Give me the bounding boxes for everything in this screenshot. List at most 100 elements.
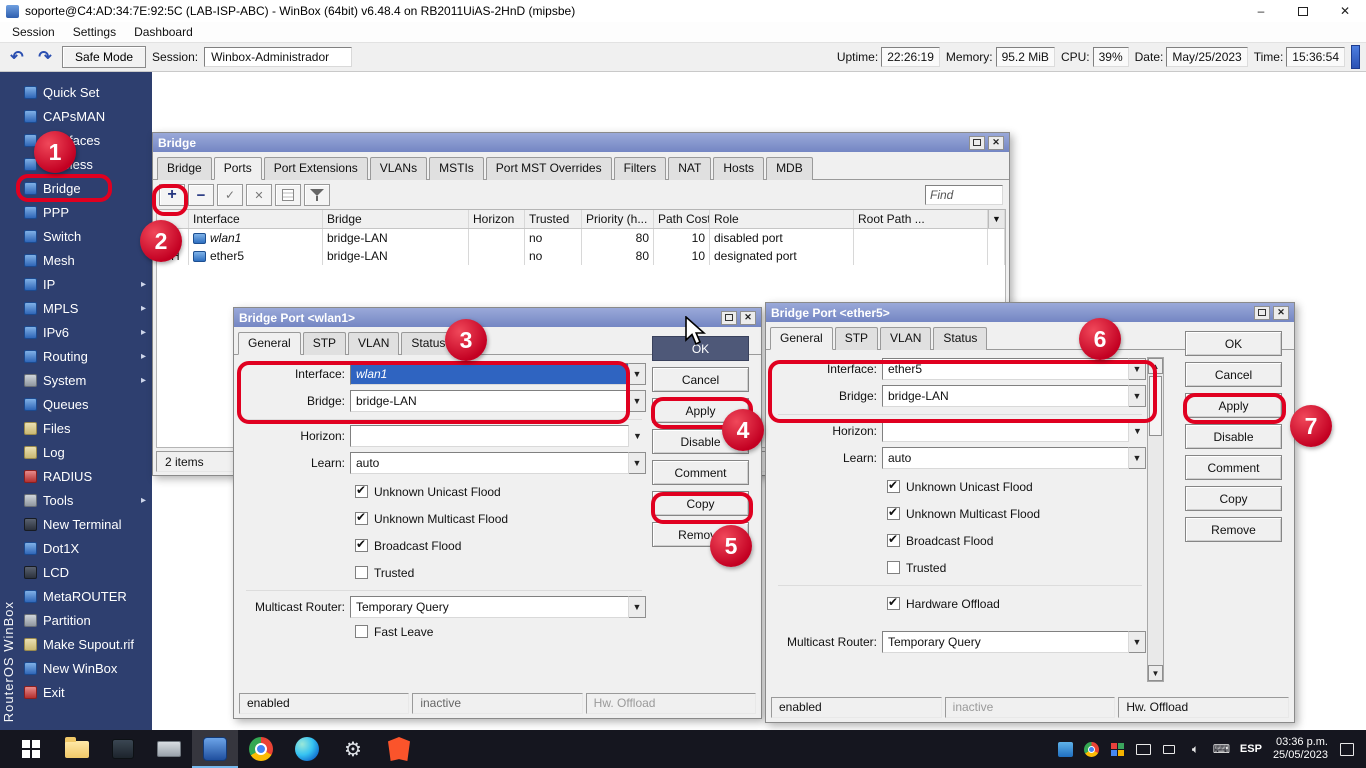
column-path-cost[interactable]: Path Cost (654, 210, 710, 228)
learn-field[interactable]: auto (882, 447, 1129, 469)
chevron-down-icon[interactable]: ▼ (629, 363, 646, 385)
undo-icon[interactable]: ↶ (6, 47, 28, 67)
sidebar-item-make-supout-rif[interactable]: Make Supout.rif (18, 632, 152, 656)
sidebar-item-partition[interactable]: Partition (18, 608, 152, 632)
find-input[interactable] (925, 185, 1003, 205)
sidebar-item-routing[interactable]: Routing▸ (18, 344, 152, 368)
column-trusted[interactable]: Trusted (525, 210, 582, 228)
unknown-unicast-flood-checkbox[interactable] (355, 485, 368, 498)
volume-muted-icon[interactable]: 🔈︎ (1188, 742, 1203, 757)
edge-icon[interactable] (284, 730, 330, 768)
display-tray-icon[interactable] (1136, 742, 1151, 757)
tab-port-mst-overrides[interactable]: Port MST Overrides (486, 157, 612, 180)
multicast-router-field[interactable]: Temporary Query (882, 631, 1129, 653)
column-role[interactable]: Role (710, 210, 854, 228)
chrome-tray-icon[interactable] (1084, 742, 1099, 757)
menu-dashboard[interactable]: Dashboard (126, 23, 201, 41)
tab-status[interactable]: Status (933, 327, 987, 350)
close-icon[interactable]: ✕ (1338, 4, 1352, 18)
remove-button[interactable]: − (188, 184, 214, 206)
unknown-unicast-flood-checkbox[interactable] (887, 480, 900, 493)
copy-button[interactable]: Copy (1185, 486, 1282, 511)
sidebar-item-new-terminal[interactable]: New Terminal (18, 512, 152, 536)
sidebar-item-mpls[interactable]: MPLS▸ (18, 296, 152, 320)
brave-icon[interactable] (376, 730, 422, 768)
photos-app-icon[interactable] (100, 730, 146, 768)
comment-button[interactable] (275, 184, 301, 206)
sidebar-item-ip[interactable]: IP▸ (18, 272, 152, 296)
sidebar-item-log[interactable]: Log (18, 440, 152, 464)
disable-button[interactable]: ✕ (246, 184, 272, 206)
tab-mstis[interactable]: MSTIs (429, 157, 484, 180)
printer-app-icon[interactable] (146, 730, 192, 768)
table-row[interactable]: 1 H ether5 bridge-LAN no 80 10 designate… (157, 247, 1005, 265)
tab-nat[interactable]: NAT (668, 157, 711, 180)
sidebar-item-capsman[interactable]: CAPsMAN (18, 104, 152, 128)
table-row[interactable]: I wlan1 bridge-LAN no 80 10 disabled por… (157, 229, 1005, 247)
sidebar-item-tools[interactable]: Tools▸ (18, 488, 152, 512)
chevron-down-icon[interactable]: ▼ (629, 452, 646, 474)
scroll-down-icon[interactable]: ▼ (1148, 665, 1163, 681)
tab-ports[interactable]: Ports (214, 157, 262, 180)
chevron-down-icon[interactable]: ▼ (629, 596, 646, 618)
chevron-down-icon[interactable]: ▼ (1129, 420, 1146, 442)
unknown-multicast-flood-checkbox[interactable] (355, 512, 368, 525)
file-explorer-icon[interactable] (54, 730, 100, 768)
sidebar-item-lcd[interactable]: LCD (18, 560, 152, 584)
dialog-titlebar[interactable]: Bridge Port <wlan1> ✕ (234, 308, 761, 327)
network-tray-icon[interactable] (1162, 742, 1177, 757)
tab-general[interactable]: General (770, 327, 833, 350)
comment-button[interactable]: Comment (652, 460, 749, 485)
sort-button[interactable]: ▼ (988, 210, 1005, 228)
horizon-field[interactable] (882, 420, 1129, 442)
tab-stp[interactable]: STP (303, 332, 346, 355)
sidebar-item-files[interactable]: Files (18, 416, 152, 440)
redo-icon[interactable]: ↷ (34, 47, 56, 67)
dialog-titlebar[interactable]: Bridge Port <ether5> ✕ (766, 303, 1294, 322)
tab-bridge[interactable]: Bridge (157, 157, 212, 180)
sidebar-item-queues[interactable]: Queues (18, 392, 152, 416)
sidebar-item-metarouter[interactable]: MetaROUTER (18, 584, 152, 608)
chevron-down-icon[interactable]: ▼ (1129, 631, 1146, 653)
tab-hosts[interactable]: Hosts (713, 157, 764, 180)
sidebar-item-switch[interactable]: Switch (18, 224, 152, 248)
unknown-multicast-flood-checkbox[interactable] (887, 507, 900, 520)
restore-icon[interactable] (721, 311, 737, 325)
restore-icon[interactable] (1254, 306, 1270, 320)
column-horizon[interactable]: Horizon (469, 210, 525, 228)
sidebar-item-system[interactable]: System▸ (18, 368, 152, 392)
chevron-down-icon[interactable]: ▼ (1129, 447, 1146, 469)
menu-settings[interactable]: Settings (65, 23, 124, 41)
enable-button[interactable]: ✓ (217, 184, 243, 206)
safe-mode-button[interactable]: Safe Mode (62, 46, 146, 68)
multicast-router-field[interactable]: Temporary Query (350, 596, 629, 618)
tab-vlan[interactable]: VLAN (348, 332, 399, 355)
sidebar-item-ppp[interactable]: PPP (18, 200, 152, 224)
maximize-icon[interactable] (1296, 4, 1310, 18)
close-icon[interactable]: ✕ (1273, 306, 1289, 320)
taskbar-clock[interactable]: 03:36 p.m. 25/05/2023 (1273, 736, 1328, 762)
column-bridge[interactable]: Bridge (323, 210, 469, 228)
tab-stp[interactable]: STP (835, 327, 878, 350)
chrome-icon[interactable] (238, 730, 284, 768)
disable-button[interactable]: Disable (1185, 424, 1282, 449)
column-interface[interactable]: Interface (189, 210, 323, 228)
minimize-icon[interactable]: – (1254, 4, 1268, 18)
sidebar-item-mesh[interactable]: Mesh (18, 248, 152, 272)
sidebar-item-exit[interactable]: Exit (18, 680, 152, 704)
keyboard-icon[interactable]: ⌨ (1214, 742, 1229, 757)
horizon-field[interactable] (350, 425, 629, 447)
bridge-window-titlebar[interactable]: Bridge ✕ (153, 133, 1009, 152)
sidebar-item-quick-set[interactable]: Quick Set (18, 80, 152, 104)
broadcast-flood-checkbox[interactable] (355, 539, 368, 552)
fast-leave-checkbox[interactable] (355, 625, 368, 638)
broadcast-flood-checkbox[interactable] (887, 534, 900, 547)
tab-mdb[interactable]: MDB (766, 157, 813, 180)
settings-gear-icon[interactable]: ⚙ (330, 730, 376, 768)
sidebar-item-ipv6[interactable]: IPv6▸ (18, 320, 152, 344)
tab-general[interactable]: General (238, 332, 301, 355)
cancel-button[interactable]: Cancel (1185, 362, 1282, 387)
session-value[interactable]: Winbox-Administrador (204, 47, 352, 67)
tab-port-extensions[interactable]: Port Extensions (264, 157, 368, 180)
cancel-button[interactable]: Cancel (652, 367, 749, 392)
